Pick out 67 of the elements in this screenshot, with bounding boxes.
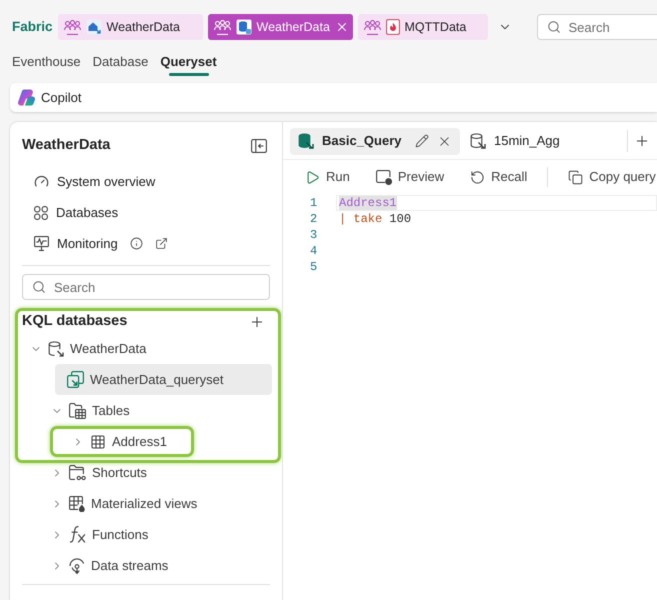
grid-icon [34,206,48,220]
function-icon [69,526,86,543]
tree-item[interactable]: Tables [43,395,272,426]
external-link-icon[interactable] [154,237,168,250]
query-tab[interactable]: Basic_Query [290,128,460,154]
copilot-icon [18,89,35,106]
table-icon [90,434,106,450]
tree-item[interactable]: Functions [43,519,272,550]
queryset-icon [67,371,84,388]
database-icon [236,19,252,35]
copilot-button[interactable]: Copilot [17,86,82,110]
tree-item[interactable]: Data streams [43,550,272,581]
nav-tab[interactable]: Eventhouse [12,52,81,78]
database-icon [470,133,486,149]
tree-item[interactable]: WeatherData_queryset [55,364,272,395]
toolbar-button[interactable]: Preview [370,164,450,190]
people-icon [364,20,381,34]
folder-grid-icon [69,402,86,418]
pencil-icon[interactable] [415,134,429,148]
folder-link-icon [69,464,86,480]
stream-icon [69,558,85,574]
collapse-panel-icon[interactable] [251,139,267,153]
item-tab[interactable]: WeatherData [58,14,203,40]
code-line: | take 100 [338,211,412,227]
undo-arrow-icon [470,170,486,184]
item-tab[interactable]: WeatherData [208,14,353,40]
play-icon [305,170,320,184]
people-icon [64,20,81,34]
preview-icon [376,170,392,184]
item-tab[interactable]: MQTTData [358,14,488,40]
line-number: 5 [310,259,318,275]
info-icon[interactable] [130,237,143,250]
database-icon [48,340,64,356]
people-icon [214,20,231,34]
tree-item[interactable]: Materialized views [43,488,272,519]
search-field[interactable]: Search [22,274,270,300]
tree-item[interactable]: WeatherData [22,333,272,364]
query-tab[interactable]: 15min_Agg [462,128,568,154]
line-number: 3 [310,227,318,243]
tree-item[interactable]: Shortcuts [43,457,272,488]
plus-icon[interactable] [249,314,265,330]
sidebar-title: WeatherData [22,136,110,156]
line-number: 4 [310,243,318,259]
section-title: KQL databases [22,312,128,332]
search-icon [32,280,46,294]
app-name: Fabric [12,18,53,36]
document-icon [386,19,400,35]
toolbar-button[interactable]: Run [299,164,356,190]
copy-icon [568,170,584,184]
nav-item[interactable]: System overview [34,172,156,192]
gauge-icon [34,174,49,189]
house-icon [86,19,102,35]
toolbar-button[interactable]: Recall [464,164,534,190]
plus-icon[interactable] [634,133,650,149]
line-number: 2 [310,211,318,227]
tree-item[interactable]: Address1 [50,426,194,457]
search-field[interactable]: Search [536,14,657,40]
grid-drop-icon [69,496,85,512]
search-icon [546,20,561,34]
nav-item[interactable]: Monitoring [34,234,118,254]
nav-item[interactable]: Databases [34,202,118,222]
line-number: 1 [310,195,318,211]
database-icon [298,133,314,149]
nav-tab[interactable]: Queryset [160,52,217,78]
monitor-icon [34,236,49,251]
nav-tab[interactable]: Database [92,52,148,78]
toolbar-button[interactable]: Copy query [562,164,657,190]
